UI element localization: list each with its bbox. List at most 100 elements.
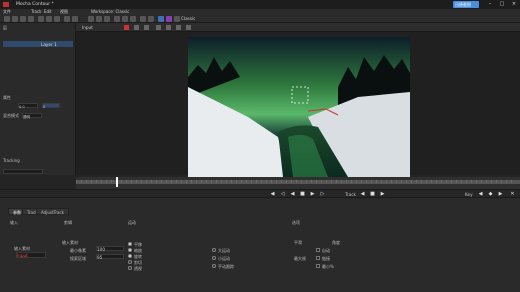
timeline-tick — [276, 180, 277, 183]
field-1[interactable]: 0.0 — [18, 103, 38, 109]
minimize-icon[interactable]: – — [484, 0, 496, 9]
redo-icon[interactable] — [28, 16, 34, 22]
open-icon[interactable] — [4, 16, 10, 22]
timeline-tick — [241, 180, 242, 183]
render-icon[interactable] — [174, 16, 180, 22]
overlay-icon[interactable] — [144, 25, 149, 30]
timeline-tick — [161, 180, 162, 183]
link-icon[interactable] — [140, 16, 146, 22]
timeline-tick — [196, 180, 197, 183]
blend-mode-select[interactable]: 透明 — [22, 113, 42, 119]
scale-radio[interactable] — [128, 248, 132, 252]
timeline-tick — [331, 180, 332, 183]
timeline-tick — [121, 180, 122, 183]
min-pct-label: 最小% — [322, 264, 334, 269]
layer-row[interactable]: Layer 1 — [3, 41, 73, 47]
mesh-icon[interactable] — [122, 16, 128, 22]
shear-radio[interactable] — [128, 260, 132, 264]
key-next-icon[interactable]: ▶ — [498, 192, 503, 197]
surface-icon[interactable] — [176, 25, 181, 30]
mode-text-icon[interactable] — [158, 16, 164, 22]
timeline-tick — [221, 180, 222, 183]
pan-icon[interactable] — [46, 16, 52, 22]
layer-select-field[interactable]: Input — [16, 252, 46, 258]
translate-radio[interactable] — [128, 242, 132, 246]
timeline-tick — [266, 180, 267, 183]
small-motion-radio[interactable] — [212, 256, 216, 260]
mode-matte-icon[interactable] — [166, 16, 172, 22]
menu-track[interactable]: Track — [31, 9, 41, 14]
grid-view-icon[interactable] — [186, 25, 191, 30]
xspline-icon[interactable] — [72, 16, 78, 22]
timeline-tick — [301, 180, 302, 183]
menu-edit[interactable]: Edit — [44, 9, 52, 14]
input-header: 输入 — [10, 220, 18, 225]
stop-icon[interactable]: ■ — [300, 192, 305, 197]
playhead[interactable] — [116, 177, 118, 187]
timeline-tick — [146, 180, 147, 183]
select-icon[interactable] — [38, 16, 44, 22]
step-fwd-icon[interactable]: ▷ — [320, 192, 325, 197]
manual-track-radio[interactable] — [212, 264, 216, 268]
menu-view[interactable]: 视图 — [60, 9, 68, 15]
key-add-icon[interactable]: ◆ — [488, 192, 493, 197]
undo-icon[interactable] — [20, 16, 26, 22]
tab-adjust-track[interactable]: AdjustTrack — [36, 208, 69, 215]
menu-workspace[interactable]: Workspace: Classic — [91, 9, 129, 14]
minpct-value-field[interactable]: 95 — [96, 254, 124, 260]
track-back-icon[interactable]: ◀ — [360, 192, 365, 197]
warp-icon[interactable] — [130, 16, 136, 22]
maximize-icon[interactable]: □ — [496, 0, 508, 9]
zoom-100-icon[interactable] — [166, 25, 171, 30]
view-mode-icon[interactable] — [134, 25, 139, 30]
timeline-tick — [401, 180, 402, 183]
grid-icon[interactable] — [114, 16, 120, 22]
spline-icon[interactable] — [64, 16, 70, 22]
min-pct-checkbox[interactable] — [316, 264, 320, 268]
link-checkbox[interactable] — [316, 256, 320, 260]
tracking-field[interactable] — [3, 169, 43, 174]
clip-icon[interactable] — [104, 16, 110, 22]
view-icon[interactable] — [88, 16, 94, 22]
timeline-tick — [101, 180, 102, 183]
menu-file[interactable]: 文件 — [3, 9, 11, 15]
search-value-field[interactable]: 100 — [96, 246, 124, 252]
key-delete-icon[interactable]: ✕ — [510, 192, 515, 197]
timeline-tick — [246, 180, 247, 183]
step-back-icon[interactable]: ◁ — [280, 192, 285, 197]
track-fwd-icon[interactable]: ▶ — [380, 192, 385, 197]
stabilize-icon[interactable] — [148, 16, 154, 22]
key-prev-icon[interactable]: ◀ — [478, 192, 483, 197]
rotate-radio[interactable] — [128, 254, 132, 258]
timeline-tick — [476, 180, 477, 183]
timeline-tick — [176, 180, 177, 183]
timeline-tick — [456, 180, 457, 183]
field-2[interactable]: 0 — [42, 103, 60, 109]
capture-badge[interactable]: 迅捷截图 — [453, 1, 479, 8]
play-back-icon[interactable]: ◀ — [290, 192, 295, 197]
mode-select[interactable]: Classic — [181, 16, 195, 21]
perspective-radio[interactable] — [128, 266, 132, 270]
auto-channel-checkbox[interactable] — [316, 248, 320, 252]
timeline[interactable] — [76, 177, 520, 189]
viewer-frame[interactable] — [188, 37, 410, 177]
timeline-tick — [291, 180, 292, 183]
zoom-icon[interactable] — [54, 16, 60, 22]
save-icon[interactable] — [12, 16, 18, 22]
timeline-track[interactable] — [76, 180, 520, 184]
track-stop-icon[interactable]: ■ — [370, 192, 375, 197]
field-2-value: 0 — [43, 105, 46, 109]
timeline-tick — [251, 180, 252, 183]
timeline-tick — [186, 180, 187, 183]
layer-select[interactable]: Input — [82, 25, 93, 30]
prev-key-icon[interactable]: ◀ — [270, 192, 275, 197]
zoom-fit-icon[interactable] — [156, 25, 161, 30]
play-icon[interactable]: ▶ — [310, 192, 315, 197]
timeline-tick — [366, 180, 367, 183]
timeline-tick — [206, 180, 207, 183]
record-icon[interactable] — [124, 25, 129, 30]
timeline-tick — [171, 180, 172, 183]
large-motion-radio[interactable] — [212, 248, 216, 252]
layer-icon[interactable] — [96, 16, 102, 22]
close-icon[interactable]: × — [508, 0, 520, 9]
